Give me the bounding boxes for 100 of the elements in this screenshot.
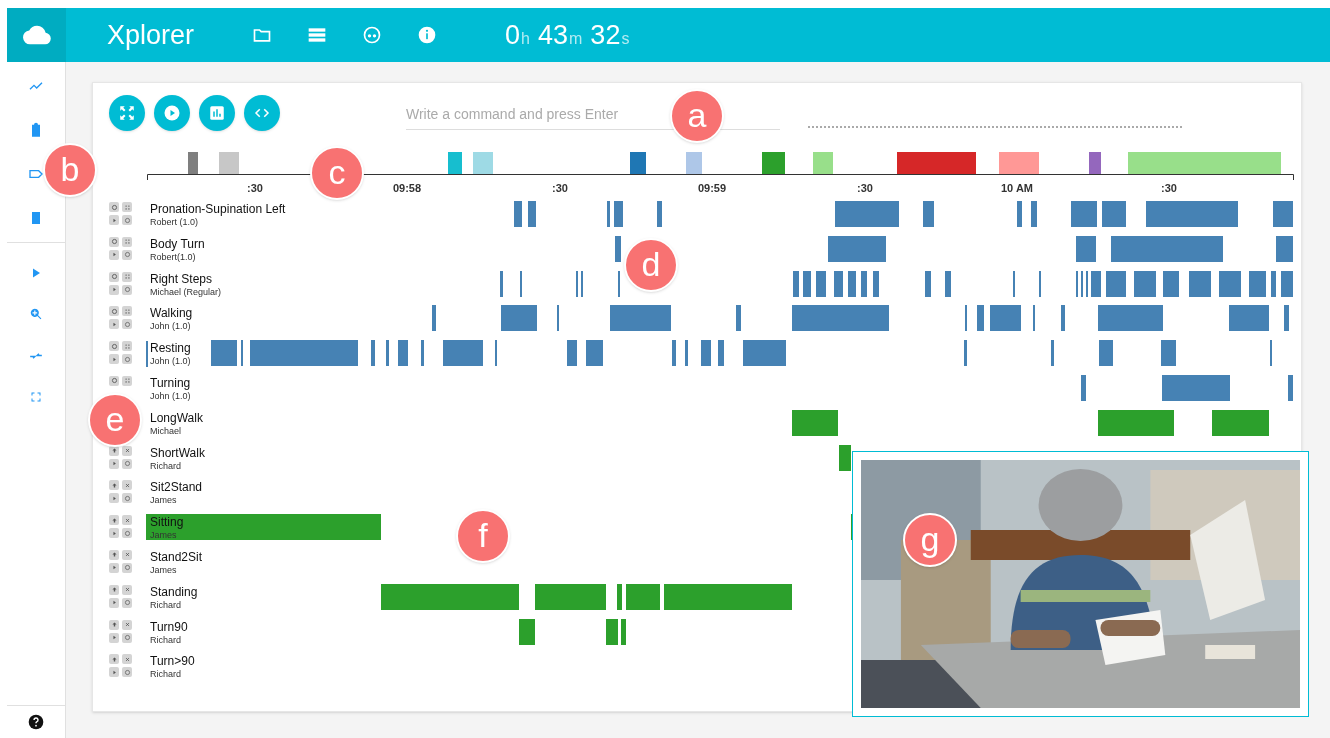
refresh-icon xyxy=(110,273,118,281)
play-button[interactable] xyxy=(109,319,119,330)
help-button[interactable] xyxy=(28,714,44,730)
track-name[interactable]: Resting xyxy=(150,341,191,356)
upload-button[interactable] xyxy=(109,515,119,526)
upload-icon xyxy=(110,481,118,489)
clock-button[interactable] xyxy=(122,354,132,365)
track-annotator: John (1.0) xyxy=(150,390,191,402)
event-bar xyxy=(567,340,577,367)
track-annotator: John (1.0) xyxy=(150,320,192,333)
clock-button[interactable] xyxy=(122,249,132,260)
remove-button[interactable] xyxy=(122,654,132,665)
track-name[interactable]: Sitting xyxy=(150,515,184,530)
play-button[interactable] xyxy=(109,493,119,504)
remove-button[interactable] xyxy=(122,515,132,526)
remove-button[interactable] xyxy=(122,584,132,595)
event-bar xyxy=(718,340,724,367)
track-name[interactable]: Turning xyxy=(150,376,191,390)
track-name[interactable]: Walking xyxy=(150,306,193,321)
remove-icon xyxy=(123,655,131,663)
track-name[interactable]: Body Turn xyxy=(150,236,205,251)
track-name[interactable]: Sit2Stand xyxy=(150,480,203,495)
track-annotator: Robert(1.0) xyxy=(150,251,197,263)
dots-icon xyxy=(123,203,131,211)
refresh-button[interactable] xyxy=(109,306,119,317)
event-bar xyxy=(1031,201,1037,227)
track-name[interactable]: Turn>90 xyxy=(150,654,195,669)
event-bar xyxy=(617,583,622,610)
clock-button[interactable] xyxy=(122,458,132,469)
event-bar xyxy=(1271,270,1276,297)
upload-button[interactable] xyxy=(109,584,119,595)
play-button[interactable] xyxy=(154,95,190,131)
refresh-button[interactable] xyxy=(109,236,119,247)
clock-button[interactable] xyxy=(122,632,132,643)
refresh-button[interactable] xyxy=(109,341,119,352)
refresh-button[interactable] xyxy=(109,376,119,386)
remove-button[interactable] xyxy=(122,445,132,456)
info-icon xyxy=(417,25,438,45)
dots-button[interactable] xyxy=(122,236,132,247)
clock-icon xyxy=(123,529,131,537)
play-button[interactable] xyxy=(109,667,119,678)
remove-button[interactable] xyxy=(122,619,132,630)
expand-button[interactable] xyxy=(109,95,145,131)
track-name[interactable]: Turn90 xyxy=(150,619,188,634)
clock-button[interactable] xyxy=(122,562,132,573)
face-icon xyxy=(362,25,383,45)
play-button[interactable] xyxy=(109,458,119,469)
remove-button[interactable] xyxy=(122,480,132,491)
dots-icon xyxy=(123,238,131,246)
event-bar xyxy=(606,618,618,645)
event-bar xyxy=(861,270,867,297)
track-annotator: Michael (Regular) xyxy=(150,286,222,298)
track-name[interactable]: Pronation-Supination Left xyxy=(150,202,286,216)
track-name[interactable]: Stand2Sit xyxy=(150,549,203,564)
refresh-button[interactable] xyxy=(109,271,119,282)
code-button[interactable] xyxy=(244,95,280,131)
clock-button[interactable] xyxy=(122,319,132,330)
play-button[interactable] xyxy=(109,528,119,539)
chart-button[interactable] xyxy=(199,95,235,131)
play-icon xyxy=(110,286,118,294)
clock-button[interactable] xyxy=(122,493,132,504)
refresh-button[interactable] xyxy=(109,202,119,212)
clock-button[interactable] xyxy=(122,284,132,295)
track-name[interactable]: Standing xyxy=(150,584,198,599)
event-bar xyxy=(607,201,610,227)
clock-button[interactable] xyxy=(122,215,132,225)
play-button[interactable] xyxy=(109,354,119,365)
upload-button[interactable] xyxy=(109,619,119,630)
upload-button[interactable] xyxy=(109,549,119,560)
event-bar xyxy=(792,409,838,436)
axis-tick-label: 09:58 xyxy=(392,181,422,196)
event-bar xyxy=(1099,340,1113,367)
play-button[interactable] xyxy=(109,562,119,573)
event-bar xyxy=(501,305,537,332)
track-annotator: Richard xyxy=(150,668,182,681)
expand-icon xyxy=(118,104,136,122)
overview-block xyxy=(630,152,646,175)
dots-button[interactable] xyxy=(122,376,132,386)
clock-button[interactable] xyxy=(122,597,132,608)
dots-button[interactable] xyxy=(122,306,132,317)
event-bar xyxy=(1163,270,1179,297)
event-bar xyxy=(1061,305,1065,332)
track-name[interactable]: ShortWalk xyxy=(150,445,205,460)
play-button[interactable] xyxy=(109,215,119,225)
play-button[interactable] xyxy=(109,284,119,295)
play-button[interactable] xyxy=(109,632,119,643)
track-name[interactable]: Right Steps xyxy=(150,271,222,286)
dots-button[interactable] xyxy=(122,271,132,282)
play-button[interactable] xyxy=(109,249,119,260)
dots-button[interactable] xyxy=(122,202,132,212)
clock-button[interactable] xyxy=(122,528,132,539)
upload-button[interactable] xyxy=(109,654,119,665)
track-name[interactable]: LongWalk xyxy=(150,410,203,425)
event-bar xyxy=(835,201,899,227)
play-button[interactable] xyxy=(109,597,119,608)
dots-button[interactable] xyxy=(122,341,132,352)
remove-button[interactable] xyxy=(122,549,132,560)
play-icon xyxy=(110,668,118,676)
upload-button[interactable] xyxy=(109,480,119,491)
clock-button[interactable] xyxy=(122,667,132,678)
